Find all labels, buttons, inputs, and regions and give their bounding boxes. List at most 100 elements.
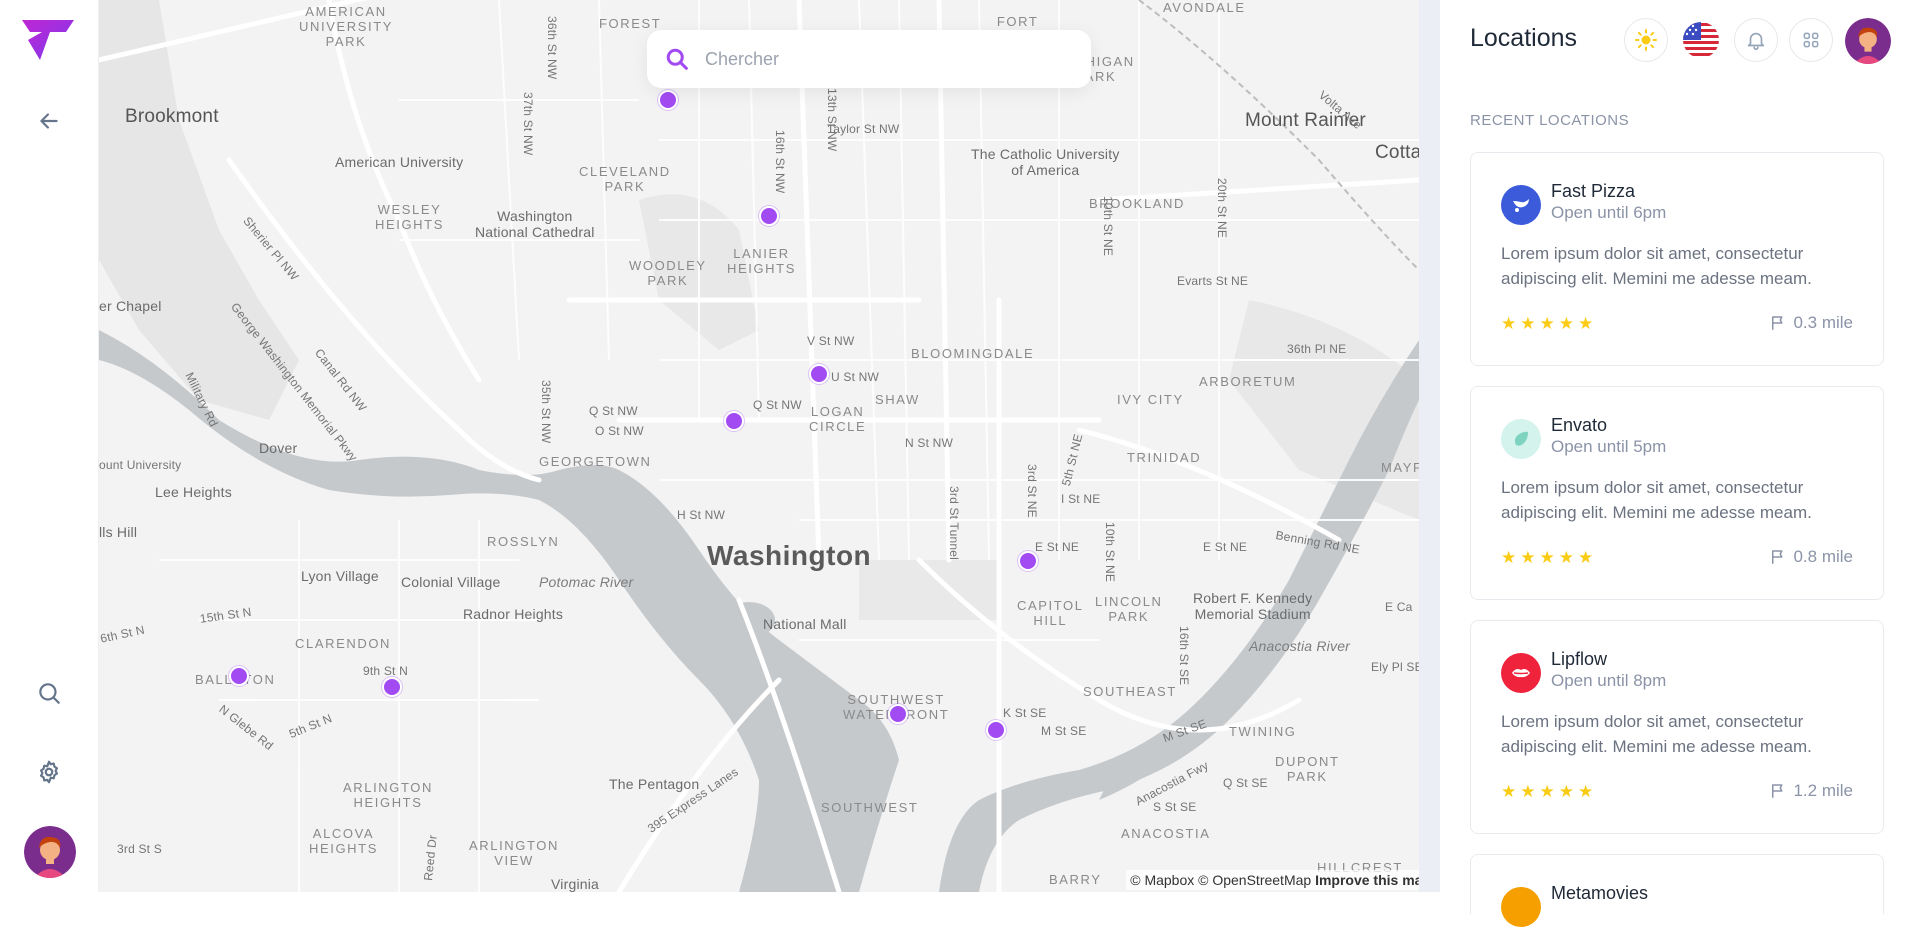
map-label: WOODLEY PARK [629, 258, 707, 288]
map-label: 37th St NW [521, 92, 535, 156]
star-icon: ★ [1558, 782, 1574, 801]
mapbox-attribution-link[interactable]: © Mapbox [1130, 872, 1194, 888]
map-pin[interactable] [724, 411, 744, 431]
star-icon: ★ [1539, 548, 1555, 567]
location-card[interactable]: Fast Pizza Open until 6pm Lorem ipsum do… [1470, 152, 1884, 366]
search-icon[interactable] [36, 680, 62, 706]
map-label: 20th St NE [1215, 178, 1229, 239]
star-icon: ★ [1539, 782, 1555, 801]
map-label: Lyon Village [301, 568, 379, 584]
arrow-left-icon[interactable] [36, 108, 62, 134]
map-label: 3rd St Tunnel [947, 486, 961, 560]
map-label: The Pentagon [609, 776, 700, 792]
rating-stars: ★ ★ ★ ★ ★ [1501, 549, 1593, 566]
map-label: Virginia [551, 876, 600, 892]
location-distance: 0.8 mile [1769, 547, 1853, 567]
map-label: Q St NW [753, 398, 802, 412]
map-pin[interactable] [658, 90, 678, 110]
map-label: CLARENDON [295, 636, 392, 651]
map-pin[interactable] [809, 364, 829, 384]
notifications-button[interactable] [1734, 18, 1778, 62]
map-label: 3rd St S [117, 842, 162, 856]
map-view[interactable]: Brookmont AMERICAN UNIVERSITY PARK FORES… [99, 0, 1419, 892]
map-label: V St NW [807, 334, 855, 348]
map-label: SOUTHWEST [821, 800, 919, 815]
map-pin[interactable] [888, 704, 908, 724]
avatar[interactable] [24, 826, 76, 878]
map-label: AVONDALE [1163, 0, 1246, 15]
map-label: 36th Pl NE [1287, 342, 1347, 356]
map-pin[interactable] [382, 677, 402, 697]
location-card[interactable]: Metamovies [1470, 854, 1884, 927]
grid-icon [1803, 32, 1819, 48]
map-label: AMERICAN UNIVERSITY PARK [299, 4, 394, 49]
location-card[interactable]: Lipflow Open until 8pm Lorem ipsum dolor… [1470, 620, 1884, 834]
location-name: Lipflow [1551, 649, 1608, 669]
star-icon: ★ [1501, 314, 1517, 333]
star-icon: ★ [1558, 314, 1574, 333]
map-label: CAPITOL HILL [1017, 598, 1084, 628]
map-label: Cotta [1375, 142, 1419, 163]
map-label: I St NE [1061, 492, 1101, 506]
locations-panel: Locations RECENT LOCATIONS Fast Pizza Op… [1440, 0, 1920, 927]
map-label: DUPONT PARK [1275, 754, 1340, 784]
map-pin[interactable] [229, 666, 249, 686]
lipflow-logo-icon [1501, 653, 1541, 693]
map-label: BARRY [1049, 872, 1102, 887]
apps-menu-button[interactable] [1789, 18, 1833, 62]
envato-logo-icon [1501, 419, 1541, 459]
map-attribution: © Mapbox © OpenStreetMap Improve this ma… [1126, 870, 1419, 890]
map-pin[interactable] [986, 720, 1006, 740]
map-label: WESLEY HEIGHTS [375, 202, 444, 232]
map-pin[interactable] [759, 206, 779, 226]
location-description: Lorem ipsum dolor sit amet, consectetur … [1501, 712, 1812, 756]
star-icon: ★ [1539, 314, 1555, 333]
map-city-label: Washington [707, 540, 872, 571]
map-label: Colonial Village [401, 574, 501, 590]
distance-value: 0.8 mile [1793, 547, 1853, 566]
map-label: 10th St NE [1101, 196, 1115, 257]
location-card[interactable]: Envato Open until 5pm Lorem ipsum dolor … [1470, 386, 1884, 600]
location-name: Metamovies [1551, 883, 1649, 903]
sun-icon [1635, 29, 1657, 51]
map-label: 36th St NW [545, 16, 559, 80]
map-label: 9th St N [363, 664, 408, 678]
map-scrollbar[interactable] [1419, 0, 1440, 892]
gear-icon[interactable] [36, 759, 62, 785]
star-icon: ★ [1520, 314, 1536, 333]
map-label: Ely Pl SE [1371, 660, 1419, 674]
map-label: CLEVELAND PARK [579, 164, 671, 194]
map-label: er Chapel [99, 298, 162, 314]
map-label: ALCOVA HEIGHTS [309, 826, 378, 856]
map-label: K St SE [1003, 706, 1047, 720]
map-label: N St NW [905, 436, 954, 450]
map-label: Q St NW [589, 404, 638, 418]
theme-toggle-button[interactable] [1624, 18, 1668, 62]
distance-value: 0.3 mile [1793, 313, 1853, 332]
search-input[interactable] [705, 48, 1045, 70]
user-avatar[interactable] [1845, 18, 1891, 64]
app-logo-icon[interactable] [22, 18, 76, 62]
map-label: 10th St NE [1103, 522, 1117, 583]
map-label: MAYF [1381, 460, 1419, 475]
language-button[interactable] [1679, 18, 1723, 62]
location-description: Lorem ipsum dolor sit amet, consectetur … [1501, 478, 1812, 522]
star-icon: ★ [1501, 782, 1517, 801]
map-label: 35th St NW [539, 380, 553, 444]
fast-pizza-logo-icon [1501, 185, 1541, 225]
map-label: Anacostia River [1249, 638, 1351, 654]
map-label: SHAW [875, 392, 920, 407]
map-label: Dover [259, 440, 298, 456]
osm-attribution-link[interactable]: © OpenStreetMap [1198, 872, 1311, 888]
distance-value: 1.2 mile [1793, 781, 1853, 800]
map-search-bar [647, 30, 1091, 88]
location-hours: Open until 6pm [1551, 203, 1667, 222]
search-icon[interactable] [663, 45, 691, 73]
map-label: National Mall [763, 616, 847, 632]
map-pin[interactable] [1018, 551, 1038, 571]
map-label: ROSSLYN [487, 534, 560, 549]
improve-map-link[interactable]: Improve this map [1315, 872, 1419, 888]
location-name: Envato [1551, 415, 1608, 435]
map-label: 16th St SE [1177, 626, 1191, 686]
map-label: Robert F. Kennedy Memorial Stadium [1193, 590, 1313, 622]
